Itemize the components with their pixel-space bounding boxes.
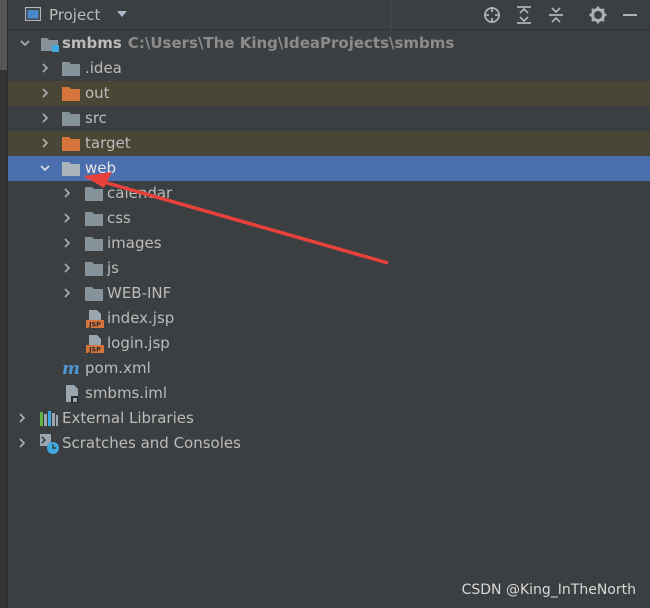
header-divider: [390, 0, 391, 30]
chevron-right-icon[interactable]: [17, 438, 27, 448]
chevron-down-icon[interactable]: [20, 38, 30, 48]
tree-row-web-inf[interactable]: WEB-INF: [8, 281, 650, 306]
tree-item-label: pom.xml: [85, 359, 151, 377]
tree-row-js[interactable]: js: [8, 256, 650, 281]
folder-icon: [85, 287, 103, 301]
chevron-right-icon[interactable]: [62, 288, 72, 298]
tree-item-label: index.jsp: [107, 309, 175, 327]
iml-file-icon: [66, 385, 78, 403]
svg-text:m: m: [62, 360, 80, 376]
chevron-down-icon[interactable]: [40, 163, 50, 173]
tree-row-out[interactable]: out: [8, 81, 650, 106]
tree-row-web[interactable]: web: [8, 156, 650, 181]
tree-item-label: web: [85, 159, 117, 177]
folder-icon: [85, 262, 103, 276]
folder-icon: [85, 212, 103, 226]
chevron-right-icon[interactable]: [62, 213, 72, 223]
collapse-all-icon[interactable]: [546, 5, 566, 25]
tree-row-login-jsp[interactable]: JSP login.jsp: [8, 331, 650, 356]
folder-icon: [62, 62, 80, 76]
tree-row-calendar[interactable]: calendar: [8, 181, 650, 206]
root-path: C:\Users\The King\IdeaProjects\smbms: [127, 34, 455, 52]
tree-row-idea[interactable]: .idea: [8, 56, 650, 81]
tree-row-images[interactable]: images: [8, 231, 650, 256]
tree-item-label: css: [107, 209, 131, 227]
expand-all-icon[interactable]: [514, 5, 534, 25]
libraries-icon: [40, 411, 58, 426]
tree-row-css[interactable]: css: [8, 206, 650, 231]
folder-icon: [62, 112, 80, 126]
tree-row-root[interactable]: smbms C:\Users\The King\IdeaProjects\smbm…: [8, 31, 650, 56]
scratches-icon: [40, 434, 59, 454]
tree-item-label: login.jsp: [107, 334, 170, 352]
tree-row-src[interactable]: src: [8, 106, 650, 131]
chevron-down-icon[interactable]: [116, 9, 128, 19]
left-tool-strip: [0, 0, 8, 608]
maven-icon: m: [62, 360, 80, 376]
chevron-right-icon[interactable]: [62, 188, 72, 198]
chevron-right-icon[interactable]: [40, 63, 50, 73]
tree-item-label: smbms.iml: [85, 384, 168, 402]
folder-icon: [62, 162, 80, 176]
tree-item-label: calendar: [107, 184, 173, 202]
chevron-right-icon[interactable]: [62, 238, 72, 248]
tool-strip-tab[interactable]: [0, 0, 7, 70]
jsp-file-icon: JSP: [86, 310, 104, 329]
module-folder-icon: [41, 38, 59, 52]
tree-row-index-jsp[interactable]: JSP index.jsp: [8, 306, 650, 331]
tree-row-smbms-iml[interactable]: smbms.iml: [8, 381, 650, 406]
tree-row-pom-xml[interactable]: m pom.xml: [8, 356, 650, 381]
tree-item-label: .idea: [85, 59, 122, 77]
jsp-file-icon: JSP: [86, 335, 104, 354]
panel-title[interactable]: Project: [49, 6, 100, 24]
root-label: smbms C:\Users\The King\IdeaProjects\smbm…: [62, 34, 455, 52]
folder-icon: [85, 237, 103, 251]
chevron-right-icon[interactable]: [40, 138, 50, 148]
tree-row-target[interactable]: target: [8, 131, 650, 156]
jsp-badge: JSP: [88, 321, 101, 329]
minimize-icon[interactable]: [620, 5, 640, 25]
excluded-folder-icon: [62, 87, 80, 101]
chevron-right-icon[interactable]: [40, 113, 50, 123]
watermark: CSDN @King_InTheNorth: [461, 582, 636, 598]
project-panel-header: Project: [8, 0, 650, 30]
folder-icon: [85, 187, 103, 201]
project-window-icon: [25, 7, 41, 21]
tree-item-label: out: [85, 84, 110, 102]
tree-item-label: Scratches and Consoles: [62, 434, 241, 452]
tree-row-external-libraries[interactable]: External Libraries: [8, 406, 650, 431]
tree-row-scratches[interactable]: Scratches and Consoles: [8, 431, 650, 456]
locate-icon[interactable]: [482, 5, 502, 25]
jsp-badge: JSP: [88, 346, 101, 354]
chevron-right-icon[interactable]: [62, 263, 72, 273]
tree-item-label: src: [85, 109, 107, 127]
tree-item-label: External Libraries: [62, 409, 194, 427]
tree-item-label: WEB-INF: [107, 284, 172, 302]
tree-item-label: js: [107, 259, 119, 277]
tree-item-label: target: [85, 134, 131, 152]
chevron-right-icon[interactable]: [17, 413, 27, 423]
gear-icon[interactable]: [588, 5, 608, 25]
excluded-folder-icon: [62, 137, 80, 151]
tree-item-label: images: [107, 234, 162, 252]
chevron-right-icon[interactable]: [40, 88, 50, 98]
